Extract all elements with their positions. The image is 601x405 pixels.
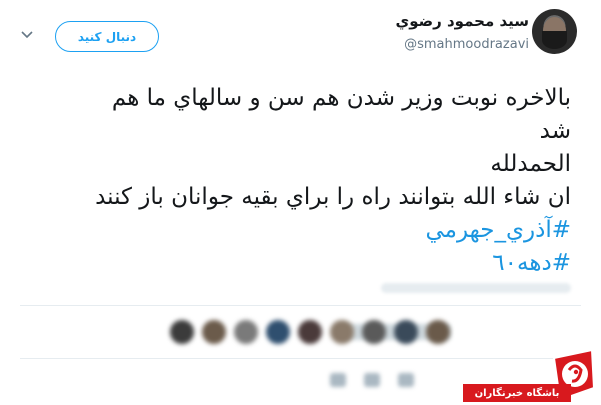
action-bar-blurred [330,373,450,387]
user-handle[interactable]: @smahmoodrazavi [404,37,529,52]
tweet-line: شد [539,118,571,144]
tweet-card: سید محمود رضوي @smahmoodrazavi دنبال کنی… [0,0,601,405]
follow-button[interactable]: دنبال کنید [55,21,159,52]
display-name[interactable]: سید محمود رضوي [395,12,529,30]
liker-avatar [362,320,386,344]
hashtag-link[interactable]: #آذري_جهرمي [11,214,571,247]
hashtag-link[interactable]: #دهه٦٠ [11,247,571,280]
like-icon[interactable] [398,373,414,387]
liker-avatar [170,320,194,344]
author-name-line[interactable]: سید محمود رضوي [395,12,529,30]
divider [20,305,581,306]
liker-avatar [330,320,354,344]
liker-avatars-blurred [170,320,450,344]
retweet-icon[interactable] [364,373,380,387]
liker-avatar [202,320,226,344]
watermark-label: باشگاه خبرنگاران [463,384,571,402]
liker-avatar [234,320,258,344]
liker-avatar [426,320,450,344]
tweet-line: بالاخره نوبت وزير شدن هم سن و سالهاي ما … [111,85,571,111]
reply-icon[interactable] [330,373,346,387]
tweet-line: الحمدلله [490,151,571,177]
chevron-down-icon[interactable] [20,28,34,42]
avatar[interactable] [532,9,577,54]
tweet-text: بالاخره نوبت وزير شدن هم سن و سالهاي ما … [11,82,571,280]
tweet-line: ان شاء الله بتوانند راه را براي بقيه جوا… [95,184,571,210]
timestamp-blurred [381,283,571,293]
avatar-beard [542,31,567,49]
liker-avatar [266,320,290,344]
liker-avatar [298,320,322,344]
liker-avatar [394,320,418,344]
divider [20,358,581,359]
